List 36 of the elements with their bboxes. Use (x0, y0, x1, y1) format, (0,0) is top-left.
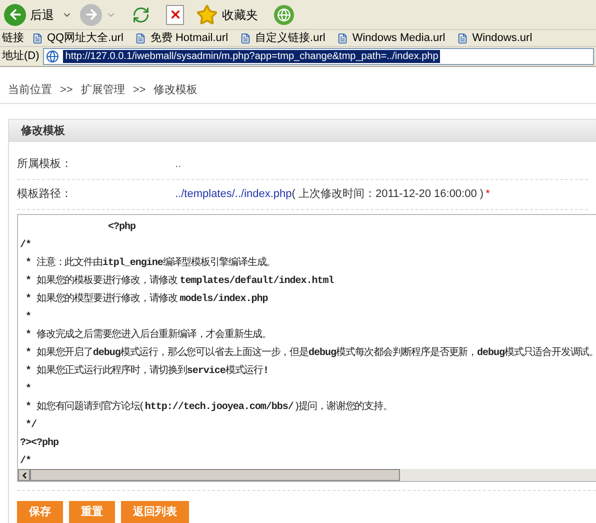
template-path-link[interactable]: ../templates/../index.php (175, 186, 292, 203)
link-button[interactable]: Windows.url (457, 30, 536, 46)
link-button[interactable]: QQ网址大全.url (32, 30, 128, 46)
refresh-icon[interactable] (132, 6, 150, 24)
field-label: 所属模板： (17, 157, 73, 172)
file-icon (457, 32, 468, 44)
scroll-left-icon[interactable] (18, 469, 30, 481)
link-button[interactable]: 免费 Hotmail.url (135, 30, 232, 46)
address-field[interactable]: http://127.0.0.1/iwebmall/sysadmin/m.php?app=tmp_change&tmp_path=../index.php (43, 48, 594, 65)
link-button[interactable]: 自定义链接.url (240, 30, 330, 46)
field-value: .. (175, 157, 182, 172)
file-icon (32, 32, 43, 44)
file-icon (240, 32, 252, 44)
required-mark: * (486, 187, 490, 202)
back-button[interactable]: 后退 (4, 4, 58, 26)
star-icon (196, 4, 218, 26)
breadcrumb-item: 当前位置 (8, 84, 52, 97)
address-label: 地址(D) (2, 49, 40, 64)
favorites-button[interactable]: 收藏夹 (196, 4, 258, 26)
link-button[interactable]: Windows Media.url (337, 30, 450, 46)
breadcrumb-item: 扩展管理 (80, 84, 125, 97)
links-label: 链接 (2, 30, 24, 46)
file-icon (135, 32, 146, 44)
breadcrumb-item: 修改模板 (154, 84, 198, 97)
stop-icon[interactable] (166, 4, 184, 24)
panel-header: 修改模板 (9, 120, 596, 142)
scrollbar-thumb[interactable] (30, 469, 400, 481)
file-icon (337, 32, 348, 44)
breadcrumb-separator: >> (132, 84, 146, 97)
media-icon[interactable] (274, 4, 294, 24)
page-icon (46, 50, 60, 63)
horizontal-scrollbar[interactable] (18, 469, 596, 481)
modified-time-note: ( 上次修改时间：2011-12-20 16:00:00 ) (292, 187, 484, 202)
breadcrumb-separator: >> (60, 84, 73, 97)
code-editor[interactable]: <?php /* * 注意：此文件由itpl_engine编译型模板引擎编译生成。 * 如果您的模板要进行修改，请修改 templates/default/index.html * 如果您的模型要进行修改，请修改 models/index.php * * 修改完成之后需要您进入后台重新编译，才会重新生成。 * 如果您开启了debug模式运行，那么您可以省去上面这一步，但是debug模式每次都会判断程序是否更新，debug模式只适合开发调试。 * 如果您正式运行此程序时，请切换到service模式运行! * * 如您有问题请到官方论坛( http://tech.jooyea.com/bbs/ )提问，谢谢您的支持。 */ ?><?php /* (17, 214, 596, 482)
field-label: 模板路径： (17, 187, 73, 202)
